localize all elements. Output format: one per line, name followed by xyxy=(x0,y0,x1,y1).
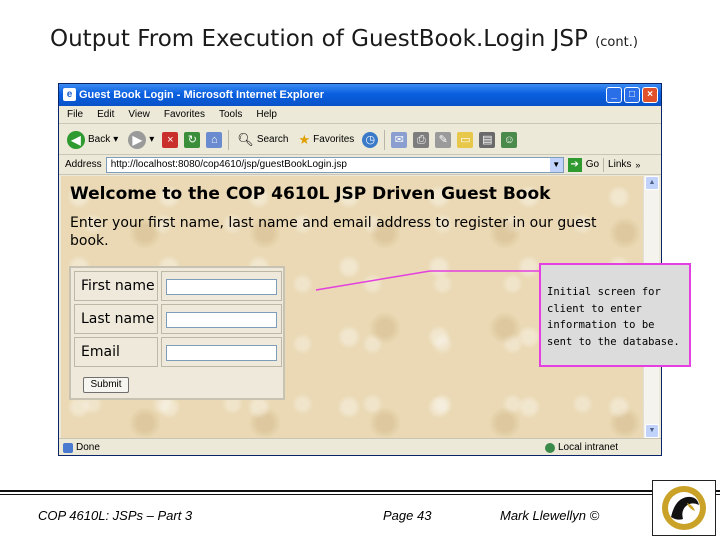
address-label: Address xyxy=(65,159,102,170)
maximize-button[interactable]: □ xyxy=(624,87,640,103)
search-icon: 🔍︎ xyxy=(237,131,254,147)
menu-edit[interactable]: Edit xyxy=(97,106,114,123)
callout-text: Initial screen for client to enter infor… xyxy=(547,286,680,348)
footer-page: Page 43 xyxy=(383,508,432,523)
stop-icon[interactable]: × xyxy=(162,131,179,148)
first-name-cell xyxy=(161,271,282,301)
pegasus-icon xyxy=(662,486,706,530)
slide-title-suffix: (cont.) xyxy=(595,35,638,50)
close-button[interactable]: × xyxy=(642,87,658,103)
toolbar-separator xyxy=(384,129,386,150)
window-controls: _ □ × xyxy=(606,87,658,103)
print-icon[interactable]: ⎙ xyxy=(413,131,430,148)
address-dropdown-icon[interactable]: ▼ xyxy=(549,157,563,172)
email-input[interactable] xyxy=(166,345,277,361)
research-icon[interactable]: ▤ xyxy=(479,131,496,148)
edit-icon[interactable]: ✎ xyxy=(435,131,452,148)
status-bar: Done Local intranet xyxy=(59,438,661,455)
menu-favorites[interactable]: Favorites xyxy=(164,106,205,123)
forward-arrow-icon: ▶ xyxy=(128,130,147,149)
menu-file[interactable]: File xyxy=(67,106,83,123)
last-name-input[interactable] xyxy=(166,312,277,328)
status-zone: Local intranet xyxy=(558,442,619,453)
address-url: http://localhost:8080/cop4610/jsp/guestB… xyxy=(110,158,347,170)
links-label[interactable]: Links xyxy=(608,159,631,170)
registration-form: First name Last name Email Submit xyxy=(69,266,285,400)
form-row-first-name: First name xyxy=(74,271,282,301)
email-label: Email xyxy=(74,337,158,367)
scroll-down-icon[interactable]: ▼ xyxy=(645,424,659,438)
browser-title-bar[interactable]: e Guest Book Login - Microsoft Internet … xyxy=(59,84,661,106)
star-icon: ★ xyxy=(298,131,311,147)
toolbar-separator xyxy=(228,129,230,150)
callout-box: Initial screen for client to enter infor… xyxy=(539,263,691,367)
dropdown-arrow-icon: ▾ xyxy=(113,134,119,145)
search-label: Search xyxy=(256,134,289,145)
mail-icon[interactable]: ✉ xyxy=(391,131,408,148)
menu-view[interactable]: View xyxy=(128,106,150,123)
folder-icon[interactable]: ▭ xyxy=(457,131,474,148)
messenger-icon[interactable]: ☺ xyxy=(501,131,518,148)
footer-author: Mark Llewellyn © xyxy=(500,508,600,523)
dropdown-arrow-icon: ▾ xyxy=(149,134,155,145)
first-name-input[interactable] xyxy=(166,279,277,295)
slide-title-text: Output From Execution of GuestBook.Login… xyxy=(50,26,588,52)
form-row-email: Email xyxy=(74,337,282,367)
minimize-button[interactable]: _ xyxy=(606,87,622,103)
go-arrow-icon[interactable]: ➔ xyxy=(567,157,582,172)
slide-title: Output From Execution of GuestBook.Login… xyxy=(50,26,690,60)
search-button[interactable]: 🔍︎ Search xyxy=(235,129,290,151)
ie-icon: e xyxy=(63,88,76,101)
footer-divider xyxy=(0,490,720,492)
status-done: Done xyxy=(76,442,100,453)
home-icon[interactable]: ⌂ xyxy=(206,131,223,148)
forward-button[interactable]: ▶ ▾ xyxy=(126,129,156,151)
menu-tools[interactable]: Tools xyxy=(219,106,242,123)
refresh-icon[interactable]: ↻ xyxy=(184,131,201,148)
window-title: Guest Book Login - Microsoft Internet Ex… xyxy=(79,89,325,101)
ucf-pegasus-logo xyxy=(652,480,716,536)
browser-toolbar: ◀ Back ▾ ▶ ▾ × ↻ ⌂ 🔍︎ Search ★ Favorites… xyxy=(59,125,661,155)
last-name-label: Last name xyxy=(74,304,158,334)
chevron-right-icon[interactable]: » xyxy=(635,160,640,170)
history-icon[interactable]: ◷ xyxy=(362,131,379,148)
toolbar-separator xyxy=(603,157,605,172)
last-name-cell xyxy=(161,304,282,334)
back-arrow-icon: ◀ xyxy=(67,130,85,149)
favorites-label: Favorites xyxy=(313,134,355,145)
footer-divider-thin xyxy=(0,494,720,495)
footer-course: COP 4610L: JSPs – Part 3 xyxy=(38,508,193,523)
scroll-up-icon[interactable]: ▲ xyxy=(645,176,659,190)
page-intro: Enter your first name, last name and ema… xyxy=(70,215,597,249)
page-heading: Welcome to the COP 4610L JSP Driven Gues… xyxy=(70,184,551,204)
intranet-icon xyxy=(545,443,555,453)
form-row-last-name: Last name xyxy=(74,304,282,334)
page-icon xyxy=(63,443,73,453)
address-bar: Address http://localhost:8080/cop4610/js… xyxy=(59,155,661,175)
address-field[interactable]: http://localhost:8080/cop4610/jsp/guestB… xyxy=(105,156,564,173)
back-button[interactable]: ◀ Back ▾ xyxy=(65,129,120,151)
status-left: Done xyxy=(63,439,100,455)
menu-help[interactable]: Help xyxy=(256,106,277,123)
back-label: Back xyxy=(88,134,111,145)
menu-bar: File Edit View Favorites Tools Help xyxy=(59,106,661,124)
email-cell xyxy=(161,337,282,367)
favorites-button[interactable]: ★ Favorites xyxy=(297,129,357,151)
submit-button[interactable]: Submit xyxy=(83,377,129,393)
go-button[interactable]: Go xyxy=(586,159,599,170)
first-name-label: First name xyxy=(74,271,158,301)
status-right: Local intranet xyxy=(545,439,619,455)
